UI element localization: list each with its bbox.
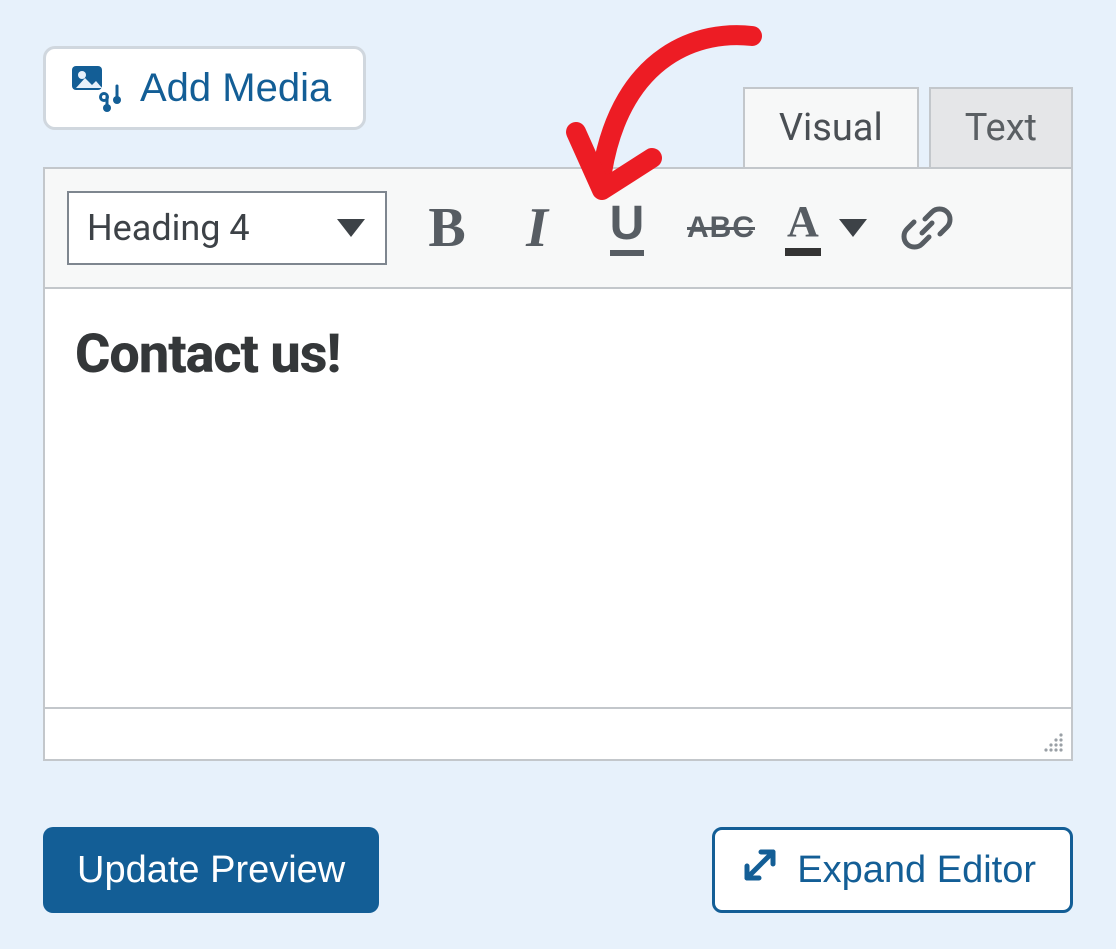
editor-tabs: Visual Text xyxy=(743,87,1073,167)
add-media-label: Add Media xyxy=(140,66,331,111)
editor-heading: Contact us! xyxy=(75,323,1041,386)
underline-icon: U xyxy=(610,200,645,256)
link-icon xyxy=(900,201,954,255)
editor-footer xyxy=(45,709,1071,759)
tab-visual-label: Visual xyxy=(779,106,883,150)
text-color-button[interactable]: A xyxy=(785,192,867,264)
editor-toolbar: Heading 4 B I U ABC A xyxy=(45,169,1071,289)
tab-text-label: Text xyxy=(965,106,1037,150)
editor-frame: Heading 4 B I U ABC A xyxy=(43,167,1073,761)
expand-editor-button[interactable]: Expand Editor xyxy=(712,827,1073,913)
update-preview-label: Update Preview xyxy=(77,849,345,891)
media-icon xyxy=(70,64,122,112)
tab-visual[interactable]: Visual xyxy=(743,87,919,167)
add-media-button[interactable]: Add Media xyxy=(43,46,366,130)
text-color-icon: A xyxy=(785,200,821,256)
strikethrough-icon: ABC xyxy=(687,211,755,245)
expand-editor-label: Expand Editor xyxy=(797,849,1036,892)
bold-icon: B xyxy=(428,196,465,260)
bold-button[interactable]: B xyxy=(417,192,477,264)
italic-icon: I xyxy=(526,196,548,260)
italic-button[interactable]: I xyxy=(507,192,567,264)
tab-text[interactable]: Text xyxy=(929,87,1073,167)
link-button[interactable] xyxy=(897,192,957,264)
strikethrough-button[interactable]: ABC xyxy=(687,192,755,264)
editor-content-area[interactable]: Contact us! xyxy=(45,289,1071,709)
underline-button[interactable]: U xyxy=(597,192,657,264)
update-preview-button[interactable]: Update Preview xyxy=(43,827,379,913)
resize-handle[interactable] xyxy=(1037,727,1065,755)
format-selected-label: Heading 4 xyxy=(87,207,250,249)
expand-icon xyxy=(741,846,779,894)
chevron-down-icon xyxy=(337,219,365,237)
chevron-down-icon xyxy=(839,219,867,237)
format-dropdown[interactable]: Heading 4 xyxy=(67,191,387,265)
